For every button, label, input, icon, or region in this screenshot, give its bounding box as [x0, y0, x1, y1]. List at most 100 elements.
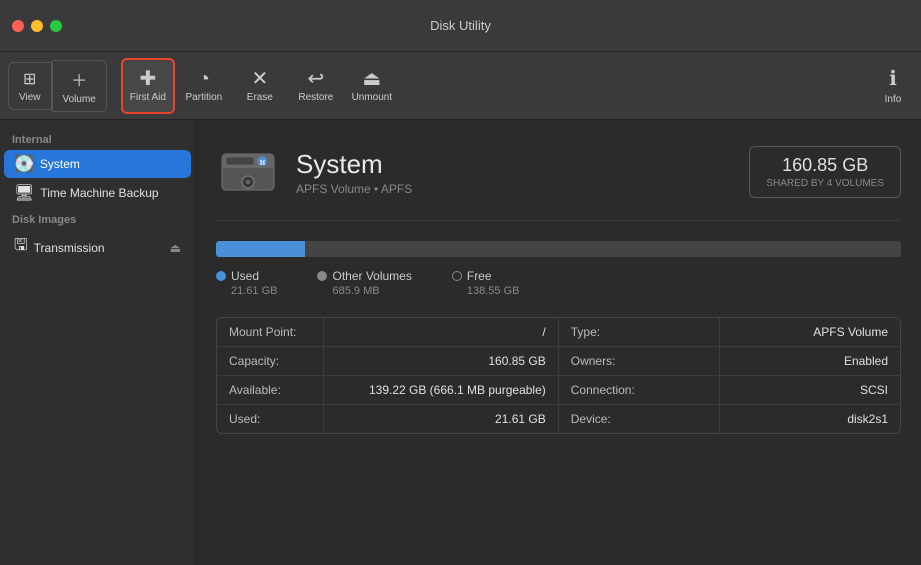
first-aid-button[interactable]: ✚ First Aid: [121, 58, 175, 114]
storage-legend: Used 21.61 GB Other Volumes 685.9 MB Fre…: [216, 269, 901, 297]
other-dot: [317, 271, 327, 281]
type-value: APFS Volume: [720, 318, 900, 347]
partition-label: Partition: [186, 92, 223, 103]
info-tables: Mount Point: / Capacity: 160.85 GB Avail…: [216, 317, 901, 434]
connection-value: SCSI: [720, 376, 900, 405]
volume-subtitle: APFS Volume • APFS: [296, 182, 749, 196]
legend-used: Used 21.61 GB: [216, 269, 277, 297]
capacity-value: 160.85 GB: [324, 347, 559, 376]
unmount-button[interactable]: ⏏ Unmount: [345, 58, 399, 114]
sidebar: Internal 💽 System 🖥 Time Machine Backup …: [0, 120, 196, 565]
transmission-label: Transmission: [34, 241, 105, 255]
system-disk-icon: 💽: [14, 154, 34, 174]
content-area: ⌘ System APFS Volume • APFS 160.85 GB SH…: [196, 120, 921, 565]
maximize-button[interactable]: [50, 20, 62, 32]
volume-info: System APFS Volume • APFS: [296, 149, 749, 196]
info-row-device: Device: disk2s1: [559, 405, 900, 434]
sidebar-item-system[interactable]: 💽 System: [4, 150, 191, 178]
used-value: 21.61 GB: [216, 285, 277, 297]
device-value: disk2s1: [720, 405, 900, 434]
system-item-label: System: [40, 157, 80, 171]
info-row-connection: Connection: SCSI: [559, 376, 900, 405]
unmount-label: Unmount: [352, 92, 393, 103]
free-legend-label: Free: [452, 269, 520, 283]
volume-shared-label: SHARED BY 4 VOLUMES: [766, 178, 884, 189]
first-aid-label: First Aid: [130, 92, 166, 103]
available-value: 139.22 GB (666.1 MB purgeable): [324, 376, 559, 405]
view-volume-group: ⊞ View ＋ Volume: [8, 60, 107, 112]
used-label: Used: [231, 269, 259, 283]
sidebar-item-transmission[interactable]: 🖫 Transmission ⏏: [4, 230, 191, 265]
info-row-mount: Mount Point: /: [217, 318, 558, 347]
disk-icon-svg: ⌘: [216, 140, 280, 204]
erase-button[interactable]: ✕ Erase: [233, 58, 287, 114]
mount-label: Mount Point:: [217, 318, 324, 347]
info-row-used: Used: 21.61 GB: [217, 405, 558, 434]
used-legend-label: Used: [216, 269, 277, 283]
restore-button[interactable]: ↩ Restore: [289, 58, 343, 114]
info-icon: ℹ: [889, 66, 897, 91]
time-machine-icon: 🖥: [14, 183, 34, 203]
other-value: 685.9 MB: [317, 285, 411, 297]
other-legend-label: Other Volumes: [317, 269, 411, 283]
used-info-label: Used:: [217, 405, 324, 434]
time-machine-label: Time Machine Backup: [40, 186, 158, 200]
info-button[interactable]: ℹ Info: [873, 58, 913, 114]
info-row-available: Available: 139.22 GB (666.1 MB purgeable…: [217, 376, 558, 405]
mount-value: /: [324, 318, 559, 347]
main-layout: Internal 💽 System 🖥 Time Machine Backup …: [0, 120, 921, 565]
capacity-label: Capacity:: [217, 347, 324, 376]
info-table-right: Type: APFS Volume Owners: Enabled Connec…: [559, 318, 900, 433]
other-label: Other Volumes: [332, 269, 411, 283]
info-label: Info: [885, 94, 902, 105]
disk-image-icon: 🖫: [14, 234, 28, 261]
type-label: Type:: [559, 318, 720, 347]
volume-name: System: [296, 149, 749, 180]
view-label: View: [19, 92, 41, 103]
info-table-left: Mount Point: / Capacity: 160.85 GB Avail…: [217, 318, 559, 433]
volume-header: ⌘ System APFS Volume • APFS 160.85 GB SH…: [216, 140, 901, 221]
free-label: Free: [467, 269, 492, 283]
connection-label: Connection:: [559, 376, 720, 405]
restore-icon: ↩: [307, 69, 324, 89]
device-label: Device:: [559, 405, 720, 434]
free-value: 138.55 GB: [452, 285, 520, 297]
info-row-capacity: Capacity: 160.85 GB: [217, 347, 558, 376]
legend-other: Other Volumes 685.9 MB: [317, 269, 411, 297]
erase-label: Erase: [247, 92, 273, 103]
available-label: Available:: [217, 376, 324, 405]
volume-label: Volume: [63, 94, 96, 105]
volume-button[interactable]: ＋ Volume: [52, 60, 107, 112]
erase-icon: ✕: [251, 69, 268, 89]
legend-free: Free 138.55 GB: [452, 269, 520, 297]
used-info-value: 21.61 GB: [324, 405, 559, 434]
svg-text:⌘: ⌘: [259, 159, 266, 167]
view-button[interactable]: ⊞ View: [8, 62, 52, 110]
info-row-owners: Owners: Enabled: [559, 347, 900, 376]
partition-icon: ◔: [198, 69, 210, 89]
free-dot: [452, 271, 462, 281]
view-icon: ⊞: [23, 69, 36, 89]
window-title: Disk Utility: [430, 18, 491, 33]
storage-bar: [216, 241, 901, 257]
owners-value: Enabled: [720, 347, 900, 376]
owners-label: Owners:: [559, 347, 720, 376]
volume-icon-container: ⌘: [216, 140, 280, 204]
eject-icon[interactable]: ⏏: [170, 241, 181, 255]
used-dot: [216, 271, 226, 281]
partition-button[interactable]: ◔ Partition: [177, 58, 231, 114]
traffic-lights: [12, 20, 62, 32]
first-aid-icon: ✚: [139, 69, 156, 89]
storage-section: Used 21.61 GB Other Volumes 685.9 MB Fre…: [216, 241, 901, 297]
volume-size: 160.85 GB: [766, 155, 884, 176]
disk-images-section-label: Disk Images: [0, 208, 195, 229]
sidebar-item-time-machine[interactable]: 🖥 Time Machine Backup: [4, 179, 191, 207]
minimize-button[interactable]: [31, 20, 43, 32]
close-button[interactable]: [12, 20, 24, 32]
restore-label: Restore: [298, 92, 333, 103]
unmount-icon: ⏏: [362, 69, 381, 89]
internal-section-label: Internal: [0, 128, 195, 149]
volume-size-box: 160.85 GB SHARED BY 4 VOLUMES: [749, 146, 901, 198]
storage-bar-used: [216, 241, 305, 257]
volume-icon: ＋: [71, 67, 87, 91]
